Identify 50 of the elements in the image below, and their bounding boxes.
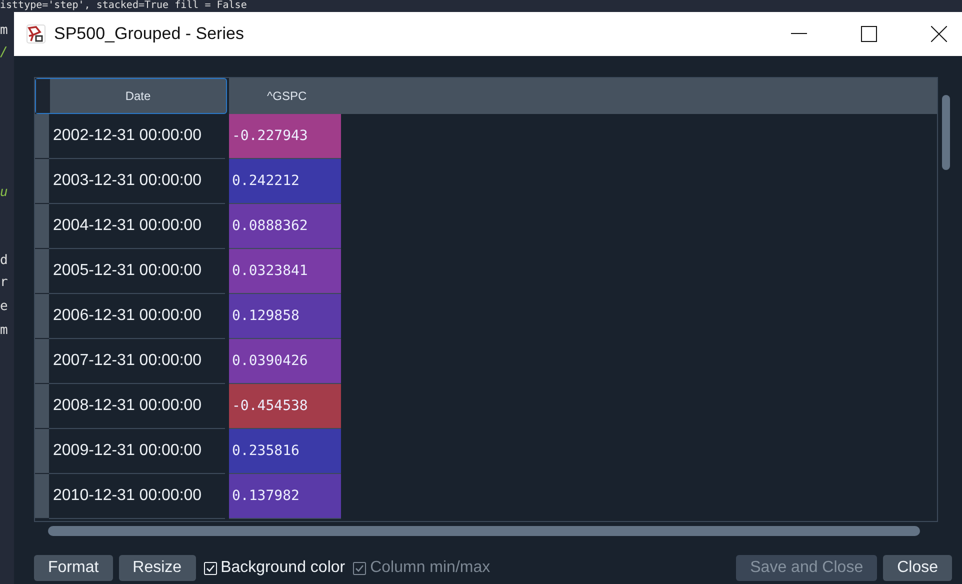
row-header[interactable] <box>35 474 49 519</box>
dialog-button[interactable]: Close <box>883 555 952 581</box>
footer-button[interactable]: Format <box>34 555 113 581</box>
table-cell: 0.242212 <box>229 159 341 204</box>
code-fragment: m <box>0 22 8 40</box>
maximize-icon <box>861 26 877 42</box>
minimize-icon <box>791 33 807 35</box>
row-header[interactable] <box>35 384 49 429</box>
column-header[interactable]: Date <box>35 78 227 114</box>
code-line: isttype='step', stacked=True fill = False <box>0 0 247 12</box>
row-header[interactable] <box>35 339 49 384</box>
close-icon <box>931 26 947 42</box>
row-header[interactable] <box>35 159 49 204</box>
column-header[interactable]: ^GSPC <box>229 78 937 114</box>
table-cell: 2008-12-31 00:00:00 <box>49 384 225 429</box>
row-header[interactable] <box>35 294 49 339</box>
column-label: Date <box>124 88 152 105</box>
table-cell: 0.129858 <box>229 294 341 339</box>
code-fragment: r <box>0 274 8 292</box>
checkbox-label: Background color <box>220 558 346 578</box>
row-header[interactable] <box>35 429 49 474</box>
table-cell: 0.0323841 <box>229 249 341 294</box>
table-cell: 0.0888362 <box>229 204 341 249</box>
table-cell: 2005-12-31 00:00:00 <box>49 249 225 294</box>
row-header[interactable] <box>35 249 49 294</box>
scrollbar-thumb[interactable] <box>942 95 950 170</box>
code-fragment: e <box>0 298 8 316</box>
table-cell: -0.454538 <box>229 384 341 429</box>
table-cell: 2004-12-31 00:00:00 <box>49 204 225 249</box>
table-cell: 2006-12-31 00:00:00 <box>49 294 225 339</box>
table-cell: 2007-12-31 00:00:00 <box>49 339 225 384</box>
table-cell: 2003-12-31 00:00:00 <box>49 159 225 204</box>
table-cell: -0.227943 <box>229 114 341 159</box>
footer-button[interactable]: Resize <box>118 555 196 581</box>
row-header[interactable] <box>35 204 49 249</box>
window-title: SP500_Grouped - Series <box>54 23 244 46</box>
row-header[interactable] <box>35 114 49 159</box>
checkbox-label: Column min/max <box>370 558 490 578</box>
app-logo-icon <box>26 24 46 44</box>
code-fragment: / <box>0 44 8 62</box>
code-fragment: m <box>0 322 8 340</box>
code-fragment: d <box>0 252 8 270</box>
table-cell: 0.235816 <box>229 429 341 474</box>
table-cell: 2009-12-31 00:00:00 <box>49 429 225 474</box>
table-cell: 0.137982 <box>229 474 341 519</box>
table-cell: 2002-12-31 00:00:00 <box>49 114 225 159</box>
table-cell: 2010-12-31 00:00:00 <box>49 474 225 519</box>
code-fragment: u <box>0 184 8 202</box>
table-cell: 0.0390426 <box>229 339 341 384</box>
scrollbar-thumb[interactable] <box>48 526 920 536</box>
